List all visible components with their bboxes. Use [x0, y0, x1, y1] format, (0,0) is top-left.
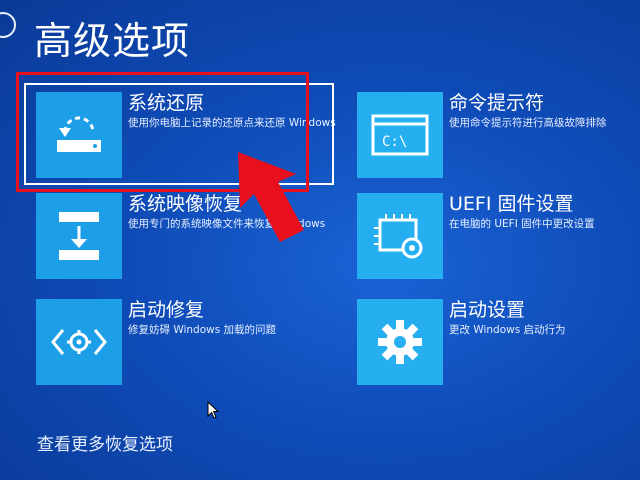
- mouse-cursor-icon: [207, 401, 219, 419]
- image-recovery-icon: [36, 193, 122, 279]
- tile-uefi-firmware-settings[interactable]: UEFI 固件设置 在电脑的 UEFI 固件中更改设置: [357, 193, 640, 279]
- tile-description: 在电脑的 UEFI 固件中更改设置: [449, 218, 595, 230]
- tile-description: 修复妨碍 Windows 加载的问题: [128, 324, 277, 336]
- command-prompt-icon: C:\: [357, 92, 443, 178]
- gear-icon: [357, 299, 443, 385]
- page-title: 高级选项: [34, 19, 191, 63]
- startup-repair-icon: [36, 299, 122, 385]
- tile-startup-repair[interactable]: 启动修复 修复妨碍 Windows 加载的问题: [36, 299, 336, 385]
- red-arrow-icon: [238, 152, 304, 242]
- tile-title: 启动修复: [128, 299, 205, 321]
- tile-title: UEFI 固件设置: [449, 193, 574, 215]
- tile-command-prompt[interactable]: C:\ 命令提示符 使用命令提示符进行高级故障排除: [357, 92, 640, 178]
- tile-title: 命令提示符: [449, 92, 545, 114]
- tile-title: 启动设置: [449, 299, 526, 321]
- more-recovery-options-link[interactable]: 查看更多恢复选项: [37, 430, 173, 455]
- back-button[interactable]: [0, 12, 16, 38]
- firmware-chip-icon: [357, 193, 443, 279]
- tile-description: 使用命令提示符进行高级故障排除: [449, 117, 607, 129]
- svg-text:C:\: C:\: [382, 134, 407, 150]
- tile-startup-settings[interactable]: 启动设置 更改 Windows 启动行为: [357, 299, 640, 385]
- tile-description: 更改 Windows 启动行为: [449, 324, 566, 336]
